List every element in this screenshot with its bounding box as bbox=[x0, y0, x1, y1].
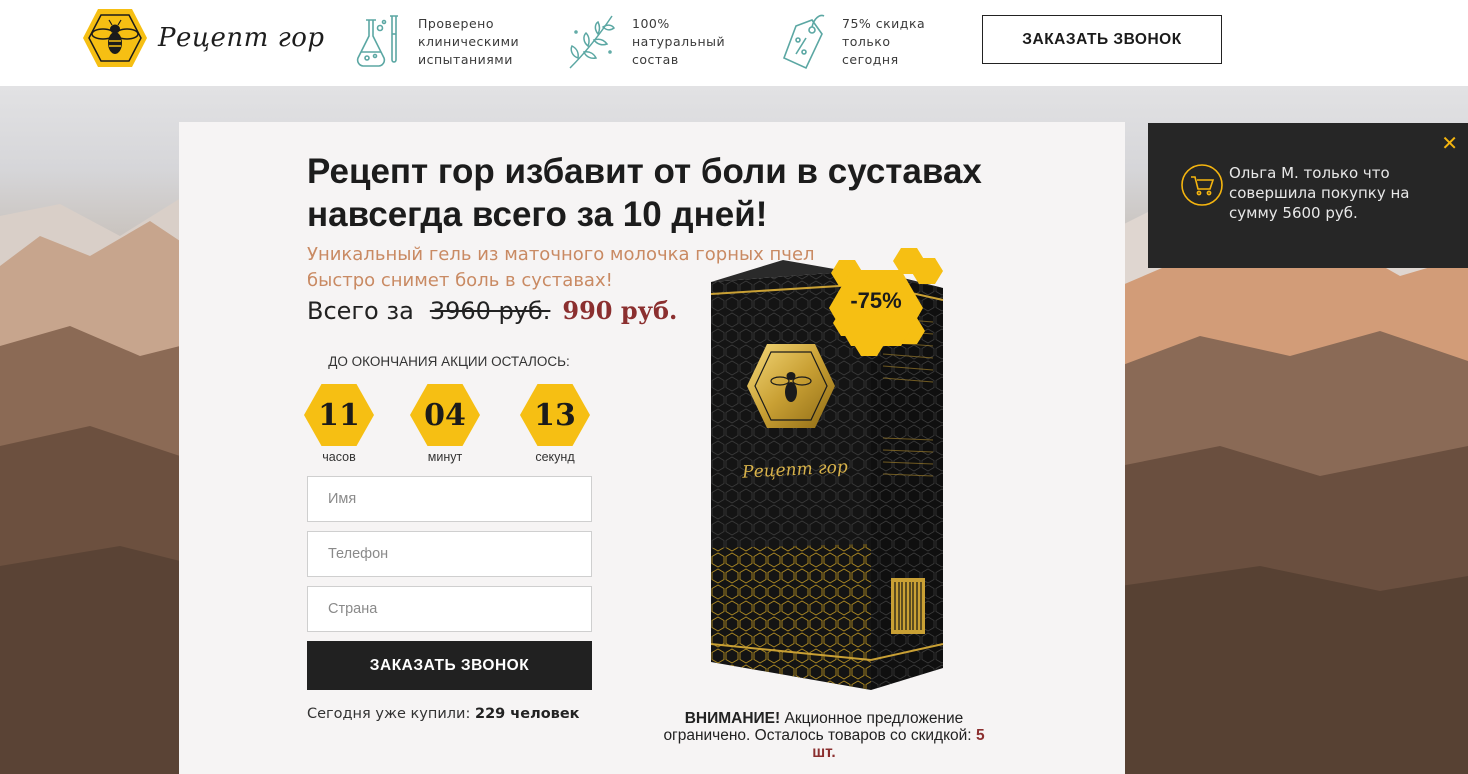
timer-minutes-label: минут bbox=[427, 450, 463, 464]
feature-natural: 100% натуральный состав bbox=[566, 12, 725, 72]
bee-logo-icon bbox=[83, 9, 147, 67]
timer-seconds-value: 13 bbox=[520, 384, 590, 446]
old-price: 3960 руб. bbox=[429, 297, 551, 325]
timer-minutes: 04 минут bbox=[410, 384, 480, 464]
cart-icon bbox=[1181, 164, 1223, 206]
new-price: 990 руб. bbox=[562, 296, 678, 325]
herb-icon bbox=[569, 15, 616, 69]
timer-seconds-label: секунд bbox=[535, 450, 575, 464]
feature-text: Проверено клиническими испытаниями bbox=[418, 16, 520, 67]
price-prefix: Всего за bbox=[307, 297, 414, 325]
timer-hours-value: 11 bbox=[304, 384, 374, 446]
logo[interactable]: Рецепт гор bbox=[82, 7, 325, 69]
notification-text: Ольга М. только что совершила покупку на… bbox=[1229, 164, 1410, 222]
name-field[interactable] bbox=[307, 476, 592, 522]
barcode-icon bbox=[891, 578, 925, 634]
country-field[interactable] bbox=[307, 586, 592, 632]
header-callback-button[interactable]: ЗАКАЗАТЬ ЗВОНОК bbox=[982, 15, 1222, 64]
bought-count: 229 человек bbox=[474, 706, 580, 722]
order-callback-button[interactable]: ЗАКАЗАТЬ ЗВОНОК bbox=[307, 641, 592, 690]
timer-hours: 11 часов bbox=[304, 384, 374, 464]
feature-discount: 75% скидка только сегодня bbox=[776, 12, 925, 72]
timer-minutes-value: 04 bbox=[410, 384, 480, 446]
phone-field[interactable] bbox=[307, 531, 592, 577]
attention-notice: ВНИМАНИЕ! Акционное предложение ограниче… bbox=[663, 710, 985, 761]
product-image: -75% Рецепт гор bbox=[710, 248, 947, 698]
bought-today: Сегодня уже купили: 229 человек bbox=[307, 706, 580, 722]
logo-text: Рецепт гор bbox=[158, 23, 325, 53]
page-title: Рецепт гор избавит от боли в суставах на… bbox=[307, 152, 982, 234]
close-icon[interactable]: ✕ bbox=[1441, 131, 1458, 155]
price-tag-icon bbox=[782, 14, 825, 70]
feature-clinical: Проверено клиническими испытаниями bbox=[352, 12, 519, 72]
timer-label: ДО ОКОНЧАНИЯ АКЦИИ ОСТАЛОСЬ: bbox=[328, 354, 570, 369]
timer-seconds: 13 секунд bbox=[520, 384, 590, 464]
offer-card: Рецепт гор избавит от боли в суставах на… bbox=[179, 122, 1125, 774]
feature-text: 75% скидка только сегодня bbox=[842, 16, 926, 67]
timer-hours-label: часов bbox=[322, 450, 356, 464]
flask-icon bbox=[356, 15, 398, 67]
feature-text: 100% натуральный состав bbox=[632, 16, 726, 67]
discount-badge: -75% bbox=[850, 288, 902, 313]
price-line: Всего за 3960 руб. 990 руб. bbox=[307, 296, 677, 325]
purchase-notification: ✕ Ольга М. только что совершила покупку … bbox=[1148, 123, 1468, 268]
site-header: Рецепт гор Проверено клиническими испыта… bbox=[0, 0, 1468, 86]
